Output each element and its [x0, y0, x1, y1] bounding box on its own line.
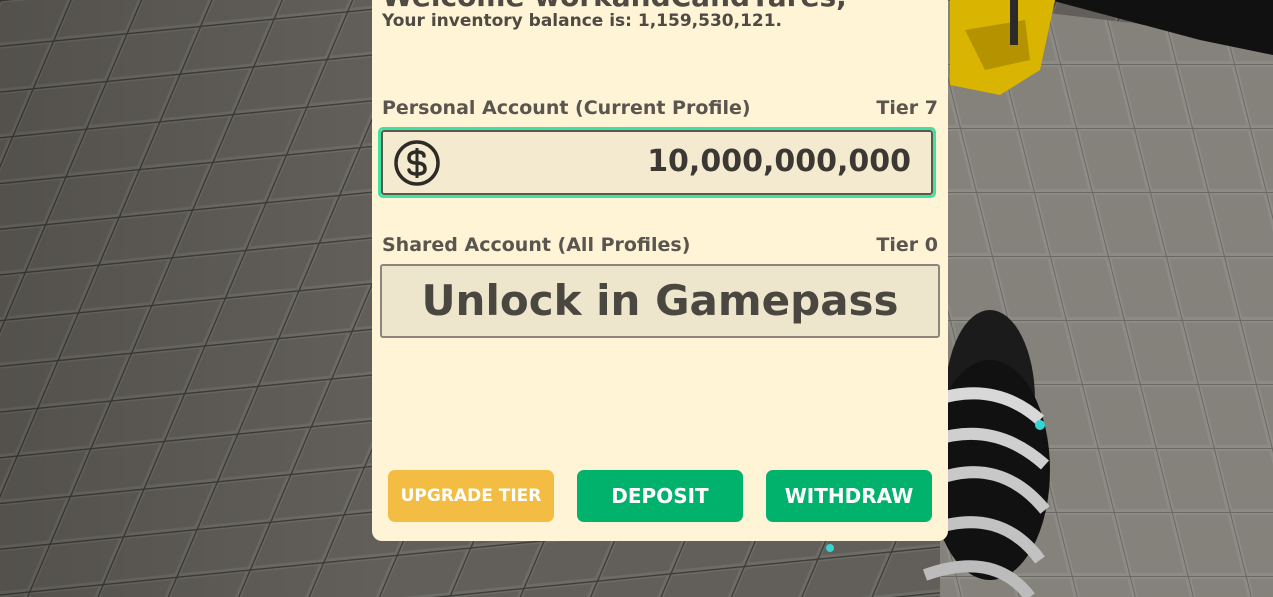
- inventory-balance-text: Your inventory balance is: 1,159,530,121…: [382, 11, 783, 31]
- shared-account-label: Shared Account (All Profiles): [382, 234, 691, 256]
- personal-account-amount: 10,000,000,000: [647, 144, 911, 179]
- shared-account-box[interactable]: Unlock in Gamepass: [380, 264, 940, 338]
- game-scene: Welcome workandCandYares, Your inventory…: [0, 0, 1273, 597]
- bank-panel: Welcome workandCandYares, Your inventory…: [372, 0, 948, 541]
- shared-tier-label: Tier 0: [876, 234, 938, 256]
- withdraw-button[interactable]: WITHDRAW: [766, 470, 932, 522]
- dollar-coin-icon: [394, 140, 440, 186]
- unlock-gamepass-text: Unlock in Gamepass: [421, 276, 899, 325]
- personal-account-box[interactable]: 10,000,000,000: [378, 127, 936, 198]
- personal-account-label: Personal Account (Current Profile): [382, 97, 751, 119]
- upgrade-tier-button[interactable]: UPGRADE TIER: [388, 470, 554, 522]
- personal-tier-label: Tier 7: [876, 97, 938, 119]
- deposit-button[interactable]: DEPOSIT: [577, 470, 743, 522]
